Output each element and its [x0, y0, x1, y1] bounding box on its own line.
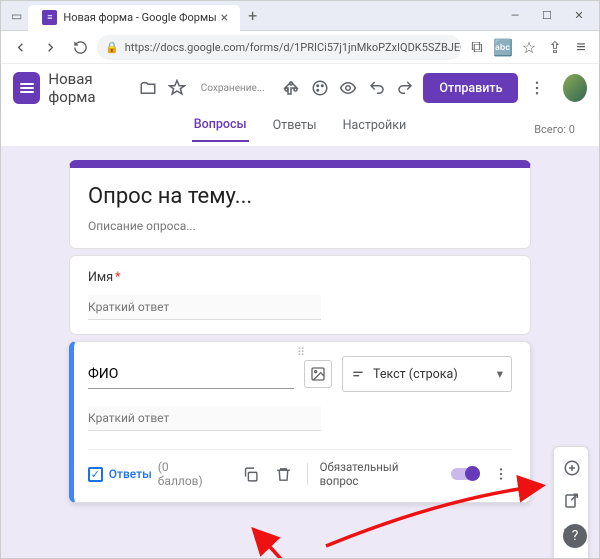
new-tab-button[interactable]: +	[240, 6, 265, 25]
back-button[interactable]	[7, 34, 33, 60]
minimize-button[interactable]: —	[499, 2, 531, 29]
more-icon[interactable]	[526, 76, 547, 100]
question-footer: ✓ Ответы (0 баллов) Обязательный вопрос	[88, 449, 512, 488]
preview-icon[interactable]	[338, 76, 359, 100]
q1-answer-placeholder	[88, 295, 321, 320]
reader-icon[interactable]: ⧉	[465, 35, 489, 59]
required-label: Обязательный вопрос	[320, 460, 439, 488]
forms-favicon: ≡	[42, 10, 57, 25]
menu-icon[interactable]: ≡	[569, 35, 593, 59]
tab-title: Новая форма - Google Формы	[63, 11, 216, 24]
app-header: Новая форма Сохранение... Отправить	[1, 64, 599, 112]
window-controls: — ☐ ✕	[499, 2, 595, 29]
points-label: (0 баллов)	[158, 460, 215, 488]
browser-tab[interactable]: ≡ Новая форма - Google Формы ×	[28, 5, 240, 31]
avatar[interactable]	[563, 74, 587, 102]
translate-icon[interactable]: 🔤	[491, 35, 515, 59]
undo-icon[interactable]	[366, 76, 387, 100]
form-title[interactable]: Новая форма	[48, 70, 129, 106]
redo-icon[interactable]	[395, 76, 416, 100]
question-card-1[interactable]: Имя*	[69, 255, 531, 335]
short-text-icon	[351, 367, 365, 381]
tab-settings[interactable]: Настройки	[341, 118, 409, 141]
close-window-button[interactable]: ✕	[563, 2, 595, 29]
browser-window: ▭ ≡ Новая форма - Google Формы × + — ☐ ✕…	[0, 0, 600, 559]
title-card[interactable]	[69, 160, 531, 249]
share-icon[interactable]: ⇪	[543, 35, 567, 59]
q2-answer-placeholder	[88, 406, 321, 431]
reload-button[interactable]	[67, 34, 93, 60]
maximize-button[interactable]: ☐	[531, 2, 563, 29]
total-count: Всего: 0	[534, 123, 575, 136]
help-button[interactable]: ?	[563, 524, 587, 548]
palette-icon[interactable]	[309, 76, 330, 100]
send-button[interactable]: Отправить	[423, 73, 518, 103]
url-input[interactable]: 🔒 https://docs.google.com/forms/d/1PRICi…	[97, 35, 461, 60]
titlebar: ▭ ≡ Новая форма - Google Формы × + — ☐ ✕	[1, 1, 599, 31]
annotation-arrow-2	[246, 524, 346, 558]
tab-questions[interactable]: Вопросы	[192, 117, 249, 142]
q1-label: Имя*	[88, 270, 512, 285]
add-image-button[interactable]	[554, 552, 590, 558]
survey-title-input[interactable]	[88, 182, 512, 211]
folder-icon[interactable]	[138, 76, 159, 100]
form-canvas: Имя* ⠿ Текст (строка) ▾ ✓ Ответы (0 балл…	[1, 146, 599, 558]
chevron-down-icon: ▾	[497, 366, 503, 382]
saving-status: Сохранение...	[201, 83, 265, 94]
add-image-icon[interactable]	[304, 360, 332, 388]
delete-icon[interactable]	[273, 463, 295, 485]
form-tabs: Вопросы Ответы Настройки Всего: 0	[1, 112, 599, 146]
question-more-icon[interactable]	[490, 463, 512, 485]
forward-button[interactable]	[37, 34, 63, 60]
survey-desc-input[interactable]	[88, 219, 512, 233]
bookmark-icon[interactable]: ☆	[517, 35, 541, 59]
tab-answers[interactable]: Ответы	[271, 118, 319, 141]
duplicate-icon[interactable]	[239, 463, 261, 485]
lock-icon: 🔒	[105, 41, 119, 54]
drag-handle-icon[interactable]: ⠿	[297, 346, 307, 359]
required-toggle[interactable]	[451, 468, 479, 480]
add-question-button[interactable]	[554, 453, 590, 483]
addons-icon[interactable]	[281, 76, 302, 100]
address-bar: 🔒 https://docs.google.com/forms/d/1PRICi…	[1, 31, 599, 64]
q2-title-input[interactable]	[88, 360, 294, 389]
answers-key-button[interactable]: ✓ Ответы (0 баллов)	[88, 460, 215, 488]
star-icon[interactable]	[166, 76, 187, 100]
check-icon: ✓	[88, 467, 103, 482]
switch-tabs-icon[interactable]: ▭	[5, 9, 28, 23]
close-tab-icon[interactable]: ×	[217, 10, 232, 26]
question-type-label: Текст (строка)	[373, 367, 458, 382]
url-text: https://docs.google.com/forms/d/1PRICi57…	[125, 41, 461, 54]
import-questions-button[interactable]	[554, 486, 590, 516]
forms-logo-icon[interactable]	[13, 72, 40, 104]
question-type-select[interactable]: Текст (строка) ▾	[342, 356, 512, 392]
question-card-2[interactable]: ⠿ Текст (строка) ▾ ✓ Ответы (0 баллов)	[69, 341, 531, 503]
